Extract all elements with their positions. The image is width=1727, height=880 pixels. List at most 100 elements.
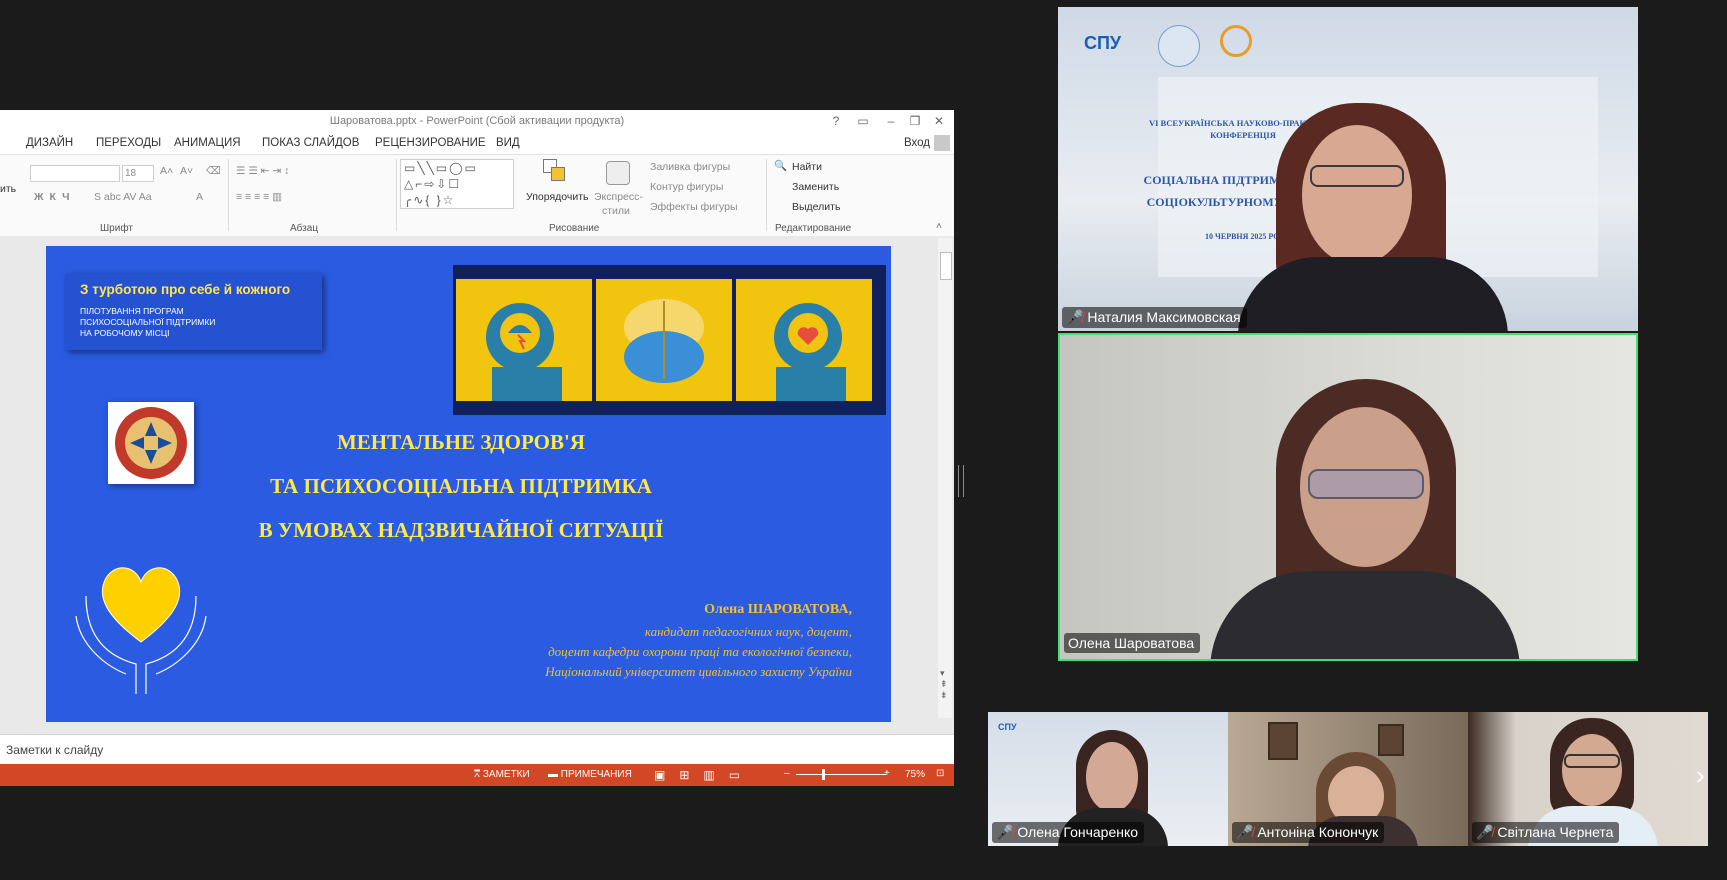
participant-name: Антоніна Конончук bbox=[1257, 824, 1379, 840]
shape-outline-button[interactable]: Контур фигуры bbox=[650, 181, 723, 193]
find-button[interactable]: Найти bbox=[792, 161, 822, 173]
brain-image bbox=[596, 279, 732, 401]
video-thumb-3[interactable]: 🎤̸ Світлана Чернета bbox=[1468, 712, 1708, 846]
muted-mic-icon: 🎤̸ bbox=[1066, 309, 1084, 325]
help-button[interactable]: ? bbox=[825, 110, 847, 132]
arrange-button[interactable]: Упорядочить bbox=[526, 191, 588, 203]
video-tile-participant-1[interactable]: СПУ VI ВСЕУКРАЇНСЬКА НАУКОВО-ПРАКТИЧНА К… bbox=[1058, 7, 1638, 331]
font-color-icon[interactable]: A bbox=[196, 191, 203, 203]
quick-styles-icon[interactable] bbox=[606, 161, 630, 185]
muted-mic-icon: 🎤̸ bbox=[1236, 824, 1254, 840]
slide-author-line: доцент кафедри охорони праці та екологіч… bbox=[548, 644, 852, 659]
slide-image-strip bbox=[453, 265, 886, 415]
next-page-chevron-icon[interactable]: › bbox=[1696, 760, 1705, 791]
wall-picture bbox=[1378, 724, 1404, 756]
scroll-arrows-icon[interactable]: ▾ ⇞ ⇟ bbox=[940, 668, 948, 701]
select-button[interactable]: Выделить bbox=[792, 201, 840, 213]
slide-author-details: кандидат педагогічних наук, доцент, доце… bbox=[366, 622, 852, 682]
group-separator bbox=[228, 159, 229, 231]
paste-label[interactable]: ить bbox=[0, 183, 16, 195]
emblem-icon bbox=[1158, 25, 1200, 67]
notes-toggle-button[interactable]: ⩞ ЗАМЕТКИ bbox=[474, 769, 530, 780]
zoom-slider-thumb[interactable] bbox=[822, 769, 825, 780]
slide-editor: З турботою про себе й кожного ПІЛОТУВАНН… bbox=[0, 236, 954, 743]
arrange-icon[interactable] bbox=[543, 159, 565, 181]
tab-review[interactable]: РЕЦЕНЗИРОВАНИЕ bbox=[375, 132, 486, 154]
close-button[interactable]: ✕ bbox=[928, 110, 950, 132]
spu-logo: СПУ bbox=[1084, 33, 1122, 53]
shapes-gallery[interactable]: ▭╲╲▭◯▭ △⌐⇨⇩☐ ╭∿{ }☆ bbox=[400, 159, 514, 209]
tab-transitions[interactable]: ПЕРЕХОДЫ bbox=[96, 132, 161, 154]
find-icon: 🔍 bbox=[774, 160, 788, 172]
wall-picture bbox=[1268, 722, 1298, 760]
replace-button[interactable]: Заменить bbox=[792, 181, 839, 193]
zoom-out-icon[interactable]: – bbox=[784, 768, 790, 779]
tab-animations[interactable]: АНИМАЦИЯ bbox=[174, 132, 241, 154]
participant-body bbox=[1238, 257, 1508, 331]
sign-in-link[interactable]: Вход bbox=[904, 132, 930, 154]
notes-placeholder[interactable]: Заметки к слайду bbox=[6, 743, 103, 757]
slide-scrollbar[interactable]: ▾ ⇞ ⇟ bbox=[938, 238, 952, 718]
slide-author-line: кандидат педагогічних наук, доцент, bbox=[644, 624, 852, 639]
tab-design[interactable]: ДИЗАЙН bbox=[26, 132, 73, 154]
quick-styles-button-line2: стили bbox=[602, 205, 630, 217]
restore-button[interactable]: ❐ bbox=[904, 110, 926, 132]
participant-name: Наталия Максимовская bbox=[1087, 309, 1241, 325]
slide-box-title: З турботою про себе й кожного bbox=[80, 282, 291, 297]
shrink-font-icon[interactable]: A˅ bbox=[180, 165, 193, 177]
zoom-meeting-screen: { "ppt": { "window_title": "Шароватова.p… bbox=[0, 0, 1727, 880]
minimize-button[interactable]: – bbox=[880, 110, 902, 132]
ribbon-tabs: ДИЗАЙН ПЕРЕХОДЫ АНИМАЦИЯ ПОКАЗ СЛАЙДОВ Р… bbox=[0, 132, 954, 154]
participant-name: Олена Шароватова bbox=[1068, 635, 1195, 651]
status-bar: ⩞ ЗАМЕТКИ ▬ ПРИМЕЧАНИЯ ▣⊞▥▭ – + 75% ⊡ bbox=[0, 764, 954, 786]
zoom-level[interactable]: 75% bbox=[905, 769, 925, 780]
group-separator bbox=[396, 159, 397, 231]
comments-toggle-button[interactable]: ▬ ПРИМЕЧАНИЯ bbox=[548, 769, 632, 780]
quick-styles-button[interactable]: Экспресс- bbox=[594, 191, 643, 203]
ribbon-display-button[interactable]: ▭ bbox=[852, 110, 874, 132]
muted-mic-icon: 🎤̸ bbox=[996, 824, 1014, 840]
powerpoint-window: Шароватова.pptx - PowerPoint (Сбой актив… bbox=[0, 110, 954, 786]
font-size-select[interactable]: 18 bbox=[122, 165, 154, 182]
fit-slide-icon[interactable]: ⊡ bbox=[936, 768, 944, 779]
tab-slideshow[interactable]: ПОКАЗ СЛАЙДОВ bbox=[262, 132, 359, 154]
split-handle[interactable] bbox=[958, 465, 964, 497]
participant-face bbox=[1302, 125, 1412, 265]
scrollbar-thumb[interactable] bbox=[940, 252, 952, 280]
video-tile-active-speaker[interactable]: Олена Шароватова bbox=[1058, 333, 1638, 661]
comments-toggle-label: ПРИМЕЧАНИЯ bbox=[560, 769, 632, 780]
bullets-icon[interactable]: ☰ ☰ ⇤ ⇥ ↕ bbox=[236, 165, 289, 177]
zoom-in-icon[interactable]: + bbox=[884, 768, 890, 779]
grow-font-icon[interactable]: A˄ bbox=[160, 165, 173, 177]
zoom-slider[interactable] bbox=[796, 774, 886, 775]
slide-box-text: ПІЛОТУВАННЯ ПРОГРАМ ПСИХОСОЦІАЛЬНОЇ ПІДТ… bbox=[80, 306, 215, 339]
university-emblem bbox=[108, 402, 194, 484]
slide-box-line: ПСИХОСОЦІАЛЬНОЇ ПІДТРИМКИ bbox=[80, 317, 216, 327]
participant-face bbox=[1086, 742, 1138, 812]
muted-mic-icon: 🎤̸ bbox=[1476, 824, 1494, 840]
slide-author: Олена ШАРОВАТОВА, bbox=[704, 602, 852, 617]
view-buttons[interactable]: ▣⊞▥▭ bbox=[654, 768, 754, 782]
participant-name-tag: 🎤̸ Світлана Чернета bbox=[1472, 822, 1620, 843]
account-avatar-icon[interactable] bbox=[934, 135, 950, 151]
slide[interactable]: З турботою про себе й кожного ПІЛОТУВАНН… bbox=[46, 246, 891, 722]
window-title: Шароватова.pptx - PowerPoint (Сбой актив… bbox=[0, 110, 954, 132]
ribbon: ить 18 A˄ A˅ ⌫ ЖКЧ S abc AV Aa A Шрифт ☰… bbox=[0, 154, 954, 238]
align-icons[interactable]: ≡ ≡ ≡ ≡ ▥ bbox=[236, 191, 282, 203]
strikethrough-icon[interactable]: S abc AV Aa bbox=[94, 191, 152, 203]
font-name-select[interactable] bbox=[30, 165, 120, 182]
group-separator bbox=[766, 159, 767, 231]
video-thumb-1[interactable]: СПУ 🎤̸ Олена Гончаренко bbox=[988, 712, 1228, 846]
video-thumb-2[interactable]: 🎤̸ Антоніна Конончук bbox=[1228, 712, 1468, 846]
glasses-icon bbox=[1564, 754, 1620, 768]
group-editing-label: Редактирование bbox=[775, 223, 852, 234]
shape-effects-button[interactable]: Эффекты фигуры bbox=[650, 201, 738, 213]
tab-view[interactable]: ВИД bbox=[496, 132, 520, 154]
bold-italic-underline-icons[interactable]: ЖКЧ bbox=[34, 191, 76, 203]
clear-format-icon[interactable]: ⌫ bbox=[206, 165, 221, 177]
anniversary-logo-icon bbox=[1220, 25, 1252, 57]
notes-pane[interactable]: Заметки к слайду bbox=[0, 734, 954, 765]
shape-fill-button[interactable]: Заливка фигуры bbox=[650, 161, 730, 173]
group-drawing-label: Рисование bbox=[549, 223, 600, 234]
collapse-ribbon-icon[interactable]: ˄ bbox=[936, 221, 942, 232]
